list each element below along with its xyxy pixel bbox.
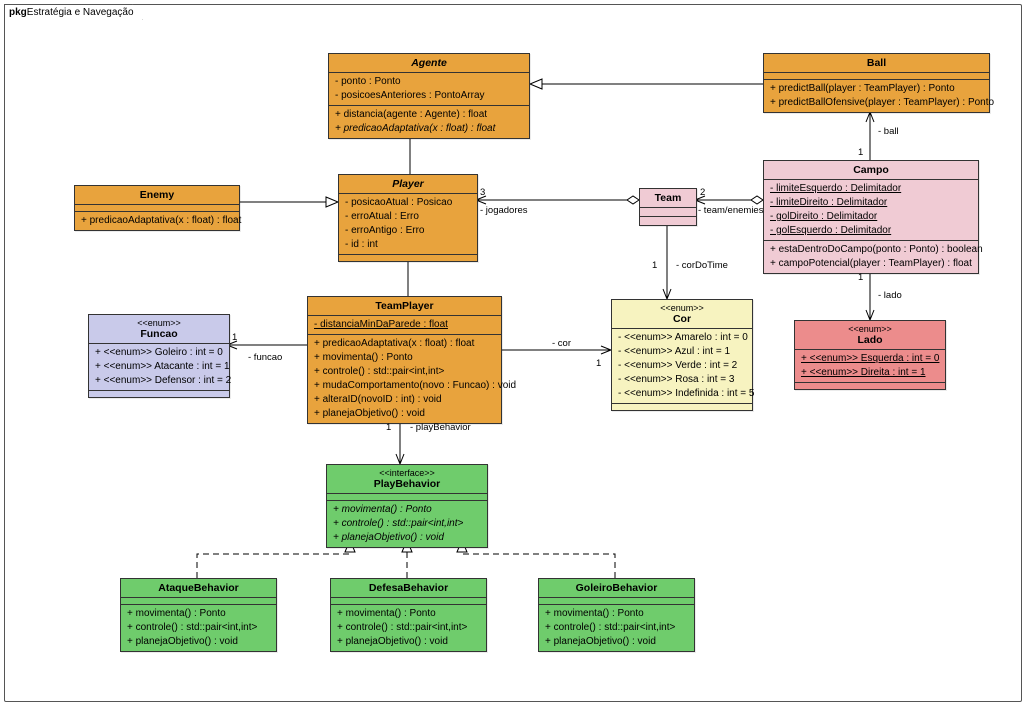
class-title: TeamPlayer [308, 297, 501, 316]
attr: - limiteDireito : Delimitador [770, 196, 972, 210]
class-title: <<interface>> PlayBehavior [327, 465, 487, 494]
role-cor: - cor [552, 338, 571, 349]
attr: - posicaoAtual : Posicao [345, 196, 471, 210]
class-title: Team [640, 189, 696, 208]
op: + alteraID(novoID : int) : void [314, 393, 495, 407]
attr: - <<enum>> Verde : int = 2 [618, 359, 746, 373]
role-cordotime: - corDoTime [676, 260, 728, 271]
attr: - id : int [345, 238, 471, 252]
op: + predictBallOfensive(player : TeamPlaye… [770, 96, 983, 110]
class-title: Agente [329, 54, 529, 73]
op: + controle() : std::pair<int,int> [314, 365, 495, 379]
attr: - <<enum>> Amarelo : int = 0 [618, 331, 746, 345]
attr: + <<enum>> Direita : int = 1 [801, 366, 939, 380]
role-playbehavior: - playBehavior [410, 422, 471, 433]
op: + campoPotencial(player : TeamPlayer) : … [770, 257, 972, 271]
attr: - <<enum>> Azul : int = 1 [618, 345, 746, 359]
class-title: Player [339, 175, 477, 194]
role-lado: - lado [878, 290, 902, 301]
op: + predictBall(player : TeamPlayer) : Pon… [770, 82, 983, 96]
attr: + <<enum>> Atacante : int = 1 [95, 360, 223, 374]
attr: - posicoesAnteriores : PontoArray [335, 89, 523, 103]
class-campo: Campo - limiteEsquerdo : Delimitador - l… [763, 160, 979, 274]
enum-cor: <<enum>> Cor - <<enum>> Amarelo : int = … [611, 299, 753, 411]
mult-3: 3 [480, 187, 485, 198]
pkg-title: Estratégia e Navegação [27, 7, 134, 18]
class-title: <<enum>> Lado [795, 321, 945, 350]
class-title: AtaqueBehavior [121, 579, 276, 598]
attr: - <<enum>> Indefinida : int = 5 [618, 387, 746, 401]
op: + predicaoAdaptativa(x : float) : float [335, 122, 523, 136]
class-title: Enemy [75, 186, 239, 205]
attr: - distanciaMinDaParede : float [314, 318, 495, 332]
op: + controle() : std::pair<int,int> [333, 517, 481, 531]
pkg-prefix: pkg [9, 7, 27, 18]
class-title: Campo [764, 161, 978, 180]
op: + movimenta() : Ponto [545, 607, 688, 621]
op: + planejaObjetivo() : void [545, 635, 688, 649]
role-funcao: - funcao [248, 352, 282, 363]
attr: + <<enum>> Goleiro : int = 0 [95, 346, 223, 360]
role-teamenemies: - team/enemies [698, 205, 763, 216]
mult-1: 1 [652, 260, 657, 271]
op: + controle() : std::pair<int,int> [127, 621, 270, 635]
mult-1: 1 [232, 332, 237, 343]
op: + planejaObjetivo() : void [314, 407, 495, 421]
attr: - <<enum>> Rosa : int = 3 [618, 373, 746, 387]
op: + movimenta() : Ponto [337, 607, 480, 621]
enum-lado: <<enum>> Lado + <<enum>> Esquerda : int … [794, 320, 946, 390]
attr: + <<enum>> Defensor : int = 2 [95, 374, 223, 388]
attr: - erroAtual : Erro [345, 210, 471, 224]
op: + planejaObjetivo() : void [337, 635, 480, 649]
mult-2: 2 [700, 187, 705, 198]
op: + controle() : std::pair<int,int> [337, 621, 480, 635]
class-goleirobehavior: GoleiroBehavior + movimenta() : Ponto + … [538, 578, 695, 652]
enum-funcao: <<enum>> Funcao + <<enum>> Goleiro : int… [88, 314, 230, 398]
class-teamplayer: TeamPlayer - distanciaMinDaParede : floa… [307, 296, 502, 424]
op: + movimenta() : Ponto [333, 503, 481, 517]
package-tab: pkgEstratégia e Navegação [4, 4, 143, 20]
attr: - golEsquerdo : Delimitador [770, 224, 972, 238]
role-ball: - ball [878, 126, 899, 137]
class-agente: Agente - ponto : Ponto - posicoesAnterio… [328, 53, 530, 139]
class-title: DefesaBehavior [331, 579, 486, 598]
class-defesabehavior: DefesaBehavior + movimenta() : Ponto + c… [330, 578, 487, 652]
op: + predicaoAdaptativa(x : float) : float [81, 214, 233, 228]
mult-1: 1 [858, 147, 863, 158]
class-player: Player - posicaoAtual : Posicao - erroAt… [338, 174, 478, 262]
class-title: GoleiroBehavior [539, 579, 694, 598]
mult-1: 1 [858, 272, 863, 283]
attr: - golDireito : Delimitador [770, 210, 972, 224]
class-enemy: Enemy + predicaoAdaptativa(x : float) : … [74, 185, 240, 231]
attr: - erroAntigo : Erro [345, 224, 471, 238]
op: + distancia(agente : Agente) : float [335, 108, 523, 122]
class-ball: Ball + predictBall(player : TeamPlayer) … [763, 53, 990, 113]
mult-1: 1 [386, 422, 391, 433]
class-title: <<enum>> Cor [612, 300, 752, 329]
interface-playbehavior: <<interface>> PlayBehavior + movimenta()… [326, 464, 488, 548]
op: + estaDentroDoCampo(ponto : Ponto) : boo… [770, 243, 972, 257]
op: + planejaObjetivo() : void [333, 531, 481, 545]
class-title: <<enum>> Funcao [89, 315, 229, 344]
attr: - limiteEsquerdo : Delimitador [770, 182, 972, 196]
class-team: Team [639, 188, 697, 226]
op: + movimenta() : Ponto [127, 607, 270, 621]
mult-1: 1 [596, 358, 601, 369]
op: + movimenta() : Ponto [314, 351, 495, 365]
op: + mudaComportamento(novo : Funcao) : voi… [314, 379, 495, 393]
class-ataquebehavior: AtaqueBehavior + movimenta() : Ponto + c… [120, 578, 277, 652]
attr: - ponto : Ponto [335, 75, 523, 89]
op: + predicaoAdaptativa(x : float) : float [314, 337, 495, 351]
class-title: Ball [764, 54, 989, 73]
op: + planejaObjetivo() : void [127, 635, 270, 649]
op: + controle() : std::pair<int,int> [545, 621, 688, 635]
attr: + <<enum>> Esquerda : int = 0 [801, 352, 939, 366]
role-jogadores: - jogadores [480, 205, 528, 216]
